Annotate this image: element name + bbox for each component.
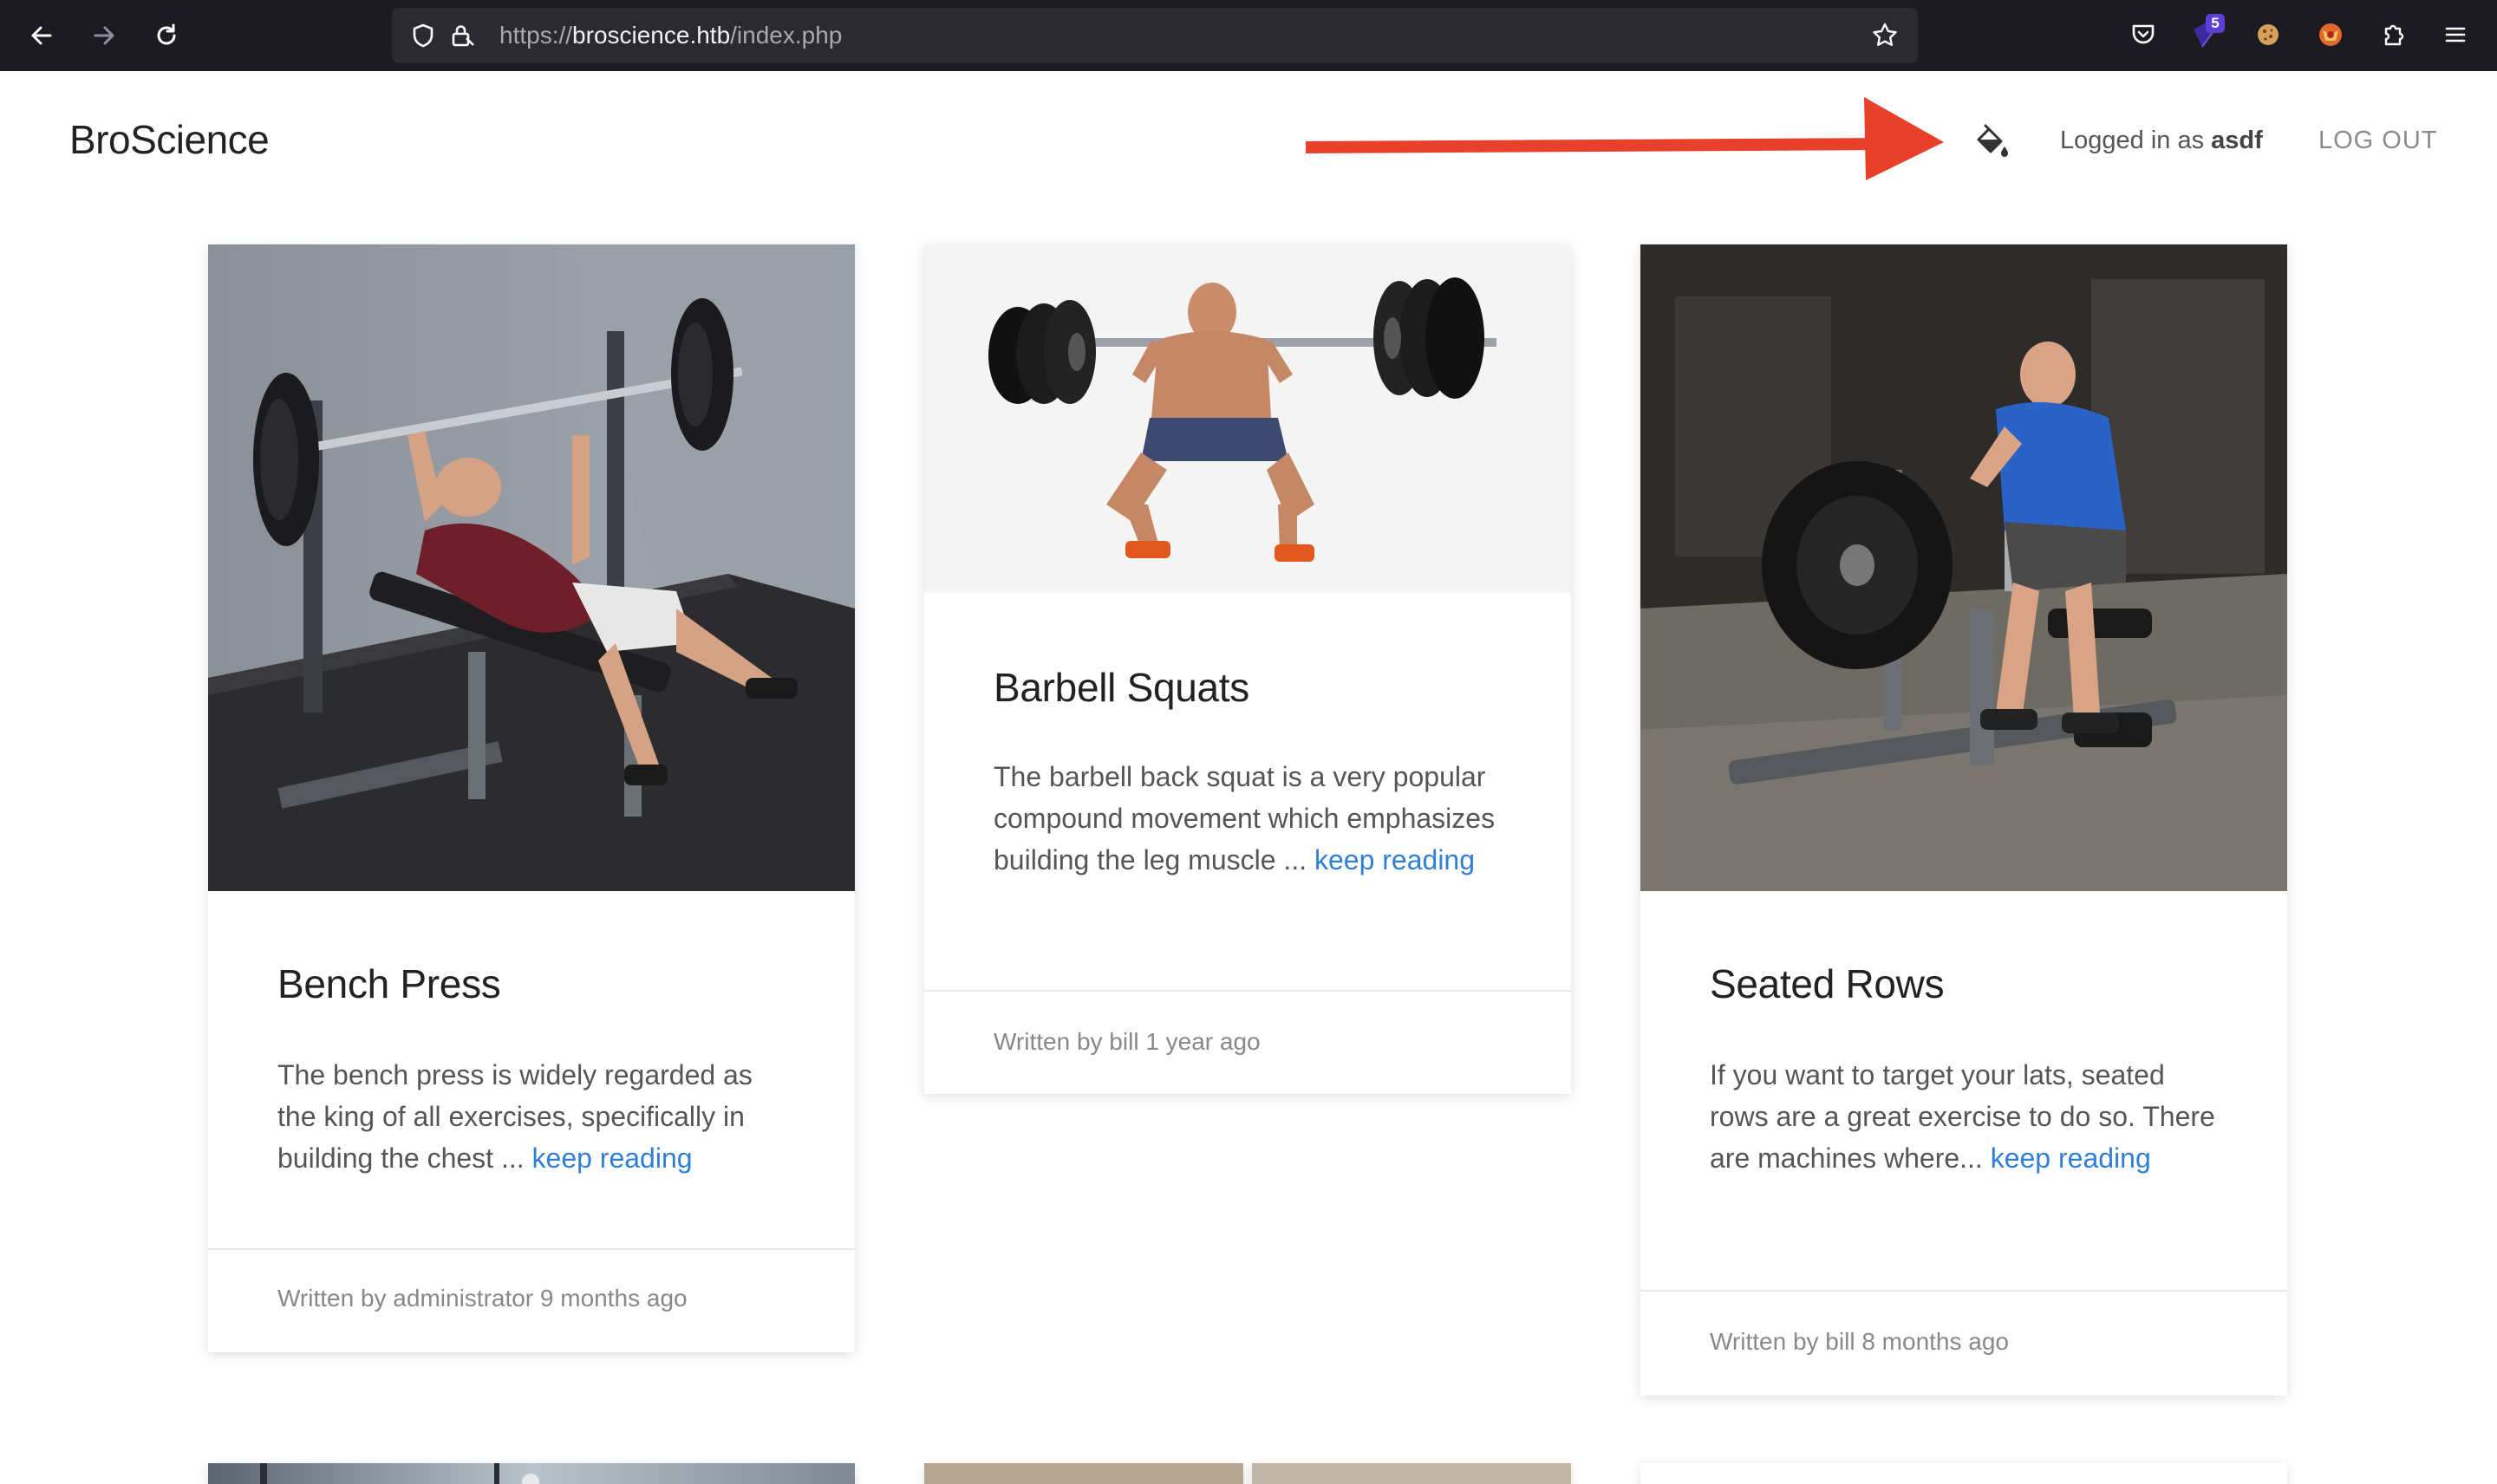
- post-card[interactable]: Barbell Squats The barbell back squat is…: [924, 244, 1571, 1094]
- post-title[interactable]: Bench Press: [277, 960, 501, 1007]
- post-card[interactable]: Bench Press The bench press is widely re…: [208, 244, 855, 1352]
- browser-toolbar: https://broscience.htb/index.php 5: [0, 0, 2497, 71]
- seated-rows-image[interactable]: [1640, 244, 2287, 891]
- post-excerpt: If you want to target your lats, seated …: [1710, 1054, 2230, 1179]
- site-brand[interactable]: BroScience: [69, 116, 270, 163]
- extension-fox-icon[interactable]: [2313, 17, 2348, 52]
- post-excerpt: The barbell back squat is a very popular…: [994, 756, 1514, 881]
- reload-icon[interactable]: [147, 16, 186, 55]
- post-card[interactable]: Seated Rows If you want to target your l…: [1640, 244, 2287, 1396]
- bookmark-star-icon[interactable]: [1871, 22, 1899, 49]
- post-card-partial[interactable]: [924, 1463, 1243, 1484]
- card-divider: [208, 1248, 855, 1250]
- post-excerpt: The bench press is widely regarded as th…: [277, 1054, 798, 1179]
- url-text[interactable]: https://broscience.htb/index.php: [499, 8, 842, 63]
- url-host: broscience.htb: [572, 22, 731, 49]
- annotation-arrow: [1305, 97, 1944, 180]
- post-title[interactable]: Seated Rows: [1710, 960, 1945, 1007]
- address-bar[interactable]: https://broscience.htb/index.php: [392, 8, 1918, 63]
- cookie-icon[interactable]: [2251, 17, 2285, 52]
- paint-bucket-icon[interactable]: [1972, 124, 2010, 162]
- logged-in-prefix: Logged in as: [2060, 127, 2212, 154]
- back-icon[interactable]: [23, 16, 61, 55]
- barbell-squats-image[interactable]: [924, 244, 1571, 593]
- post-card-partial[interactable]: [1252, 1463, 1571, 1484]
- bench-press-image[interactable]: [208, 244, 855, 891]
- pocket-icon[interactable]: [2126, 17, 2161, 52]
- keep-reading-link[interactable]: keep reading: [532, 1142, 693, 1174]
- keep-reading-link[interactable]: keep reading: [1314, 844, 1475, 875]
- post-meta: Written by administrator 9 months ago: [277, 1285, 688, 1312]
- extensions-puzzle-icon[interactable]: [2376, 17, 2410, 52]
- url-scheme: https://: [499, 22, 573, 49]
- menu-icon[interactable]: [2438, 17, 2473, 52]
- post-card-partial[interactable]: [208, 1463, 855, 1484]
- extension-badge-icon[interactable]: 5: [2188, 14, 2225, 52]
- card-divider: [1640, 1290, 2287, 1292]
- logged-in-status: Logged in as asdf: [2060, 127, 2263, 155]
- post-meta: Written by bill 8 months ago: [1710, 1328, 2009, 1355]
- username: asdf: [2211, 127, 2263, 154]
- keep-reading-link[interactable]: keep reading: [1991, 1142, 2151, 1174]
- extension-badge-count: 5: [2206, 14, 2225, 33]
- post-title[interactable]: Barbell Squats: [994, 664, 1249, 711]
- forward-icon[interactable]: [85, 16, 123, 55]
- shield-icon[interactable]: [409, 22, 437, 49]
- logout-link[interactable]: LOG OUT: [2318, 127, 2438, 155]
- url-path: /index.php: [730, 22, 843, 49]
- card-divider: [924, 990, 1571, 992]
- post-card-partial[interactable]: [1640, 1463, 2287, 1484]
- insecure-lock-icon[interactable]: [449, 22, 477, 49]
- post-meta: Written by bill 1 year ago: [994, 1028, 1261, 1055]
